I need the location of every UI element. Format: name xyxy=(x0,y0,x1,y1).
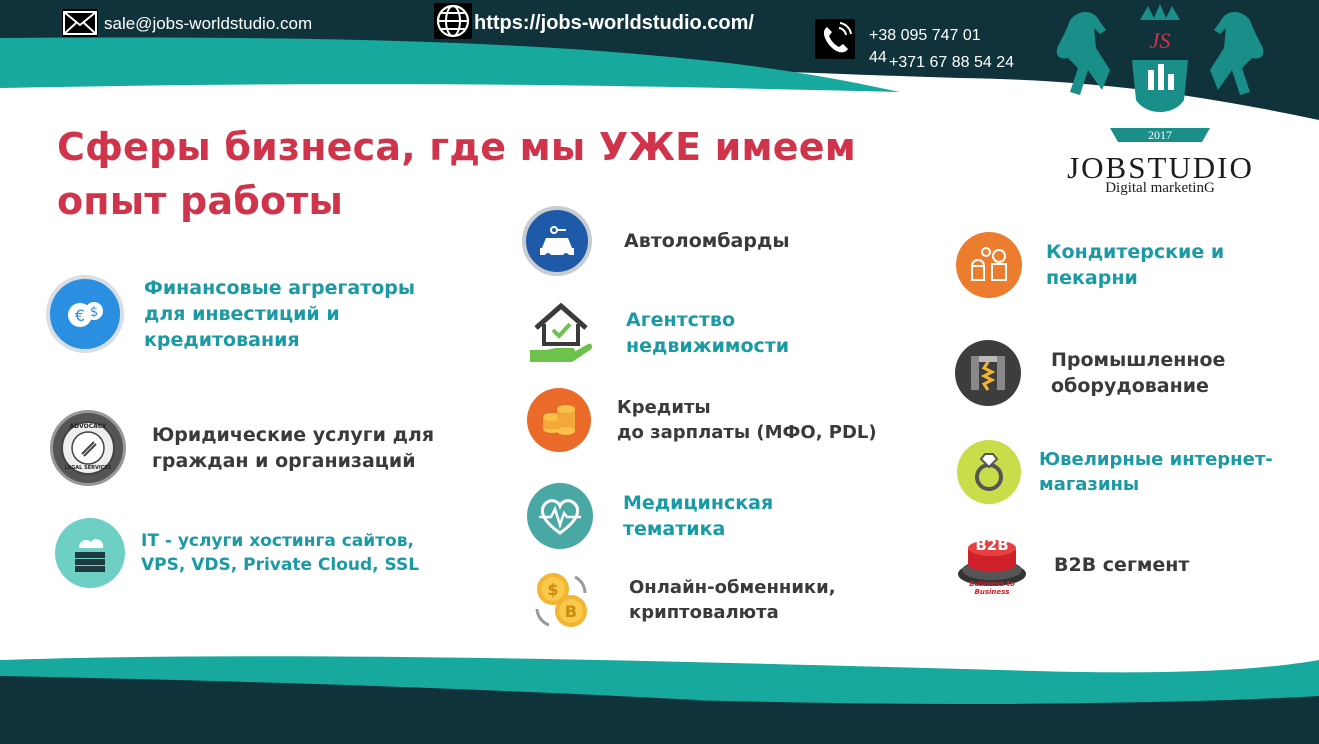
item-label-line: Финансовые агрегаторы xyxy=(144,277,416,299)
cloud-server-icon xyxy=(55,518,125,588)
list-item-payday-loans: Кредиты до зарплаты (МФО, PDL) xyxy=(527,388,877,452)
phone-number-1[interactable]: +38 095 747 01 xyxy=(869,24,981,47)
seal-top-text: ADVOCACY xyxy=(69,423,107,430)
item-label-line: IT - услуги хостинга сайтов, xyxy=(141,531,414,551)
item-label-line: пекарни xyxy=(1046,267,1138,289)
item-label-line: для инвестиций и xyxy=(144,303,340,325)
item-label-line: Кредиты xyxy=(617,397,711,418)
item-label-line: Промышленное xyxy=(1051,349,1226,371)
house-hand-icon xyxy=(526,298,596,368)
phone-number-2[interactable]: +371 67 88 54 24 xyxy=(889,51,1014,74)
item-label-line: B2B сегмент xyxy=(1054,554,1190,576)
item-label-line: кредитования xyxy=(144,329,300,351)
item-label-line: VPS, VDS, Private Cloud, SSL xyxy=(141,555,420,575)
money-exchange-icon: € $ xyxy=(46,275,124,353)
svg-text:€: € xyxy=(75,306,85,325)
svg-text:$: $ xyxy=(547,580,558,599)
list-item-crypto-exchange: $ B Онлайн-обменники, криптовалюта xyxy=(527,565,836,635)
car-key-icon xyxy=(522,206,592,276)
globe-icon xyxy=(434,3,472,39)
mail-icon xyxy=(62,9,98,37)
legal-seal-icon: ADVOCACY LEGAL SERVICES xyxy=(50,410,126,486)
svg-text:$: $ xyxy=(90,305,98,320)
seal-bottom-text: LEGAL SERVICES xyxy=(64,465,112,471)
headline-line-1: Сферы бизнеса, где мы УЖЕ имеем xyxy=(57,125,856,169)
list-item-car-pawnshops: Автоломбарды xyxy=(522,206,790,276)
item-label-line: Юридические услуги для xyxy=(152,424,435,446)
crypto-coins-icon: $ B xyxy=(527,565,597,635)
item-label-line: до зарплаты (МФО, PDL) xyxy=(617,422,877,443)
phone-icon xyxy=(815,19,855,59)
diamond-ring-icon xyxy=(957,440,1021,504)
item-label-line: Ювелирные интернет- xyxy=(1039,449,1273,470)
website-link[interactable]: https://jobs-worldstudio.com/ xyxy=(474,12,754,35)
list-item-financial-aggregators: € $ Финансовые агрегаторы для инвестиций … xyxy=(46,275,415,353)
logo-subtitle: Digital marketinG xyxy=(1105,180,1215,196)
item-label-line: оборудование xyxy=(1051,375,1209,397)
item-label-line: Онлайн-обменники, xyxy=(629,577,836,598)
item-label-line: граждан и организаций xyxy=(152,450,416,472)
list-item-jewelry-stores: Ювелирные интернет- магазины xyxy=(957,440,1273,504)
item-label-line: Автоломбарды xyxy=(624,230,790,252)
heart-pulse-icon xyxy=(527,483,593,549)
svg-text:B: B xyxy=(565,602,577,621)
list-item-it-hosting: IT - услуги хостинга сайтов, VPS, VDS, P… xyxy=(55,518,419,588)
item-label-line: Медицинская xyxy=(623,492,774,514)
list-item-b2b: B2B Business to Business B2B сегмент xyxy=(952,530,1189,600)
b2b-badge-subtext: Business to Business xyxy=(969,580,1015,596)
item-label-line: недвижимости xyxy=(626,335,790,357)
email-link[interactable]: sale@jobs-worldstudio.com xyxy=(104,14,312,34)
list-item-real-estate: Агентство недвижимости xyxy=(526,298,789,368)
bakery-icon xyxy=(956,232,1022,298)
logo-year: 2017 xyxy=(1148,128,1172,142)
item-label-line: криптовалюта xyxy=(629,602,779,623)
item-label-line: Кондитерские и xyxy=(1046,241,1225,263)
list-item-industrial-equipment: Промышленное оборудование xyxy=(955,340,1225,406)
list-item-legal-services: ADVOCACY LEGAL SERVICES Юридические услу… xyxy=(50,410,434,486)
logo-monogram: JS xyxy=(1149,28,1171,53)
b2b-badge-text: B2B xyxy=(975,536,1009,554)
b2b-button-icon: B2B Business to Business xyxy=(952,530,1032,600)
item-label-line: Агентство xyxy=(626,309,736,331)
item-label-line: магазины xyxy=(1039,474,1140,495)
coin-stacks-icon xyxy=(527,388,591,452)
phone-number-1-cont: 44 xyxy=(869,49,887,66)
list-item-bakeries: Кондитерские и пекарни xyxy=(956,232,1224,298)
industrial-machine-icon xyxy=(955,340,1021,406)
item-label-line: тематика xyxy=(623,518,726,540)
list-item-medical: Медицинская тематика xyxy=(527,483,773,549)
